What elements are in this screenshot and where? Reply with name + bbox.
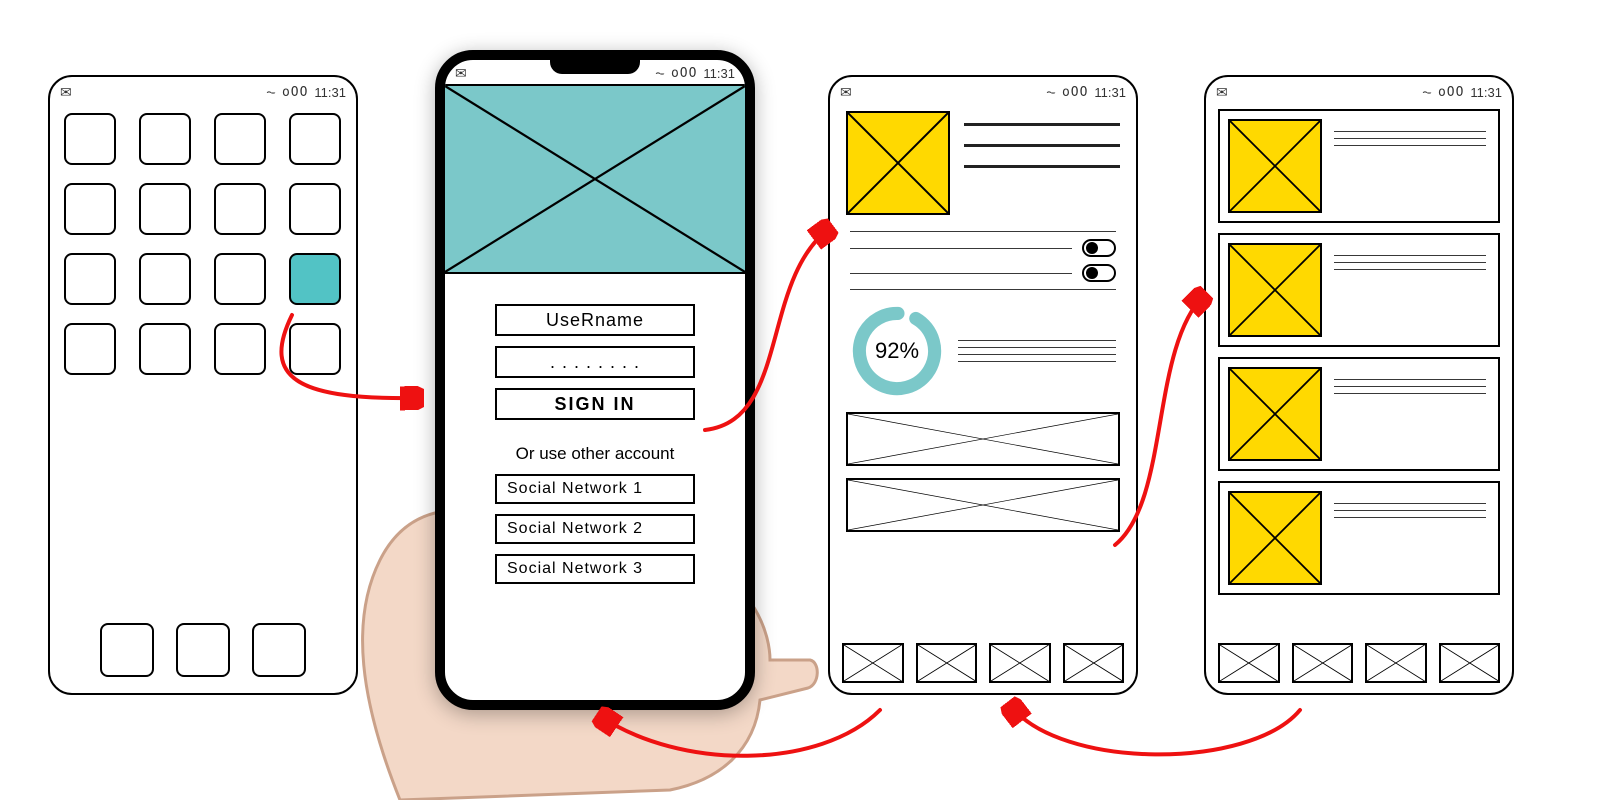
screen-home: oOO 11:31 <box>48 75 358 695</box>
alt-signin-label: Or use other account <box>516 444 675 464</box>
screen-profile: oOO 11:31 <box>828 75 1138 695</box>
app-grid <box>50 103 356 385</box>
signal-bars: oOO <box>1438 85 1464 100</box>
list-item[interactable] <box>1218 357 1500 471</box>
signal-bars: oOO <box>282 85 308 100</box>
app-icon-active[interactable] <box>289 253 341 305</box>
signal-bars: oOO <box>671 66 697 81</box>
app-icon[interactable] <box>289 323 341 375</box>
list-item-text <box>1334 491 1490 585</box>
progress-text-lines <box>958 334 1116 368</box>
app-icon[interactable] <box>64 113 116 165</box>
app-icon[interactable] <box>289 113 341 165</box>
nav-item[interactable] <box>1292 643 1354 683</box>
mail-icon <box>455 65 467 82</box>
clock: 11:31 <box>314 85 346 100</box>
signin-button[interactable]: SIGN IN <box>495 388 695 420</box>
wifi-icon <box>1422 84 1432 100</box>
bottom-nav <box>842 643 1124 683</box>
nav-item[interactable] <box>989 643 1051 683</box>
nav-item[interactable] <box>842 643 904 683</box>
profile-header-text <box>964 111 1120 215</box>
avatar-placeholder[interactable] <box>846 111 950 215</box>
wifi-icon <box>1046 84 1056 100</box>
mail-icon <box>1216 84 1228 101</box>
clock: 11:31 <box>1094 85 1126 100</box>
password-field[interactable]: . . . . . . . . <box>495 346 695 378</box>
settings-list <box>830 221 1136 290</box>
thumbnail-placeholder <box>1228 243 1322 337</box>
progress-donut: 92% <box>850 304 944 398</box>
app-icon[interactable] <box>289 183 341 235</box>
signal-bars: oOO <box>1062 85 1088 100</box>
card-placeholder[interactable] <box>846 478 1120 532</box>
dock-icon[interactable] <box>176 623 230 677</box>
nav-item[interactable] <box>1365 643 1427 683</box>
clock: 11:31 <box>703 66 735 81</box>
thumbnail-placeholder <box>1228 119 1322 213</box>
item-list[interactable] <box>1206 103 1512 601</box>
signin-form: UseRname . . . . . . . . SIGN IN Or use … <box>445 274 745 584</box>
thumbnail-placeholder <box>1228 367 1322 461</box>
dock-icon[interactable] <box>100 623 154 677</box>
list-item-text <box>1334 243 1490 337</box>
app-icon[interactable] <box>214 113 266 165</box>
app-icon[interactable] <box>64 253 116 305</box>
list-item[interactable] <box>1218 109 1500 223</box>
hero-image-placeholder <box>445 84 745 274</box>
nav-item[interactable] <box>1439 643 1501 683</box>
wifi-icon <box>655 65 665 81</box>
mail-icon <box>840 84 852 101</box>
bottom-nav <box>1218 643 1500 683</box>
screen-signin: oOO 11:31 UseRname . . . . . . . . SIGN … <box>435 50 755 710</box>
arrow-list-to-profile-nav <box>1010 705 1300 754</box>
social-login-3[interactable]: Social Network 3 <box>495 554 695 584</box>
list-item-text <box>1334 119 1490 213</box>
username-field[interactable]: UseRname <box>495 304 695 336</box>
app-icon[interactable] <box>214 183 266 235</box>
toggle-2[interactable] <box>1082 264 1116 282</box>
status-bar: oOO 11:31 <box>1206 77 1512 103</box>
nav-item[interactable] <box>1218 643 1280 683</box>
clock: 11:31 <box>1470 85 1502 100</box>
app-icon[interactable] <box>64 183 116 235</box>
phone-notch <box>550 58 640 74</box>
card-placeholder[interactable] <box>846 412 1120 466</box>
app-icon[interactable] <box>214 323 266 375</box>
wifi-icon <box>266 84 276 100</box>
dock-icon[interactable] <box>252 623 306 677</box>
toggle-1[interactable] <box>1082 239 1116 257</box>
nav-item[interactable] <box>916 643 978 683</box>
status-bar: oOO 11:31 <box>50 77 356 103</box>
thumbnail-placeholder <box>1228 491 1322 585</box>
social-login-2[interactable]: Social Network 2 <box>495 514 695 544</box>
arrow-profile-to-signin-nav <box>600 710 880 756</box>
status-bar: oOO 11:31 <box>830 77 1136 103</box>
social-login-1[interactable]: Social Network 1 <box>495 474 695 504</box>
list-item[interactable] <box>1218 481 1500 595</box>
nav-item[interactable] <box>1063 643 1125 683</box>
screen-list: oOO 11:31 <box>1204 75 1514 695</box>
list-item-text <box>1334 367 1490 461</box>
list-item[interactable] <box>1218 233 1500 347</box>
app-icon[interactable] <box>139 253 191 305</box>
app-icon[interactable] <box>139 183 191 235</box>
app-icon[interactable] <box>64 323 116 375</box>
app-icon[interactable] <box>214 253 266 305</box>
app-icon[interactable] <box>139 113 191 165</box>
app-icon[interactable] <box>139 323 191 375</box>
mail-icon <box>60 84 72 101</box>
dock <box>50 623 356 677</box>
